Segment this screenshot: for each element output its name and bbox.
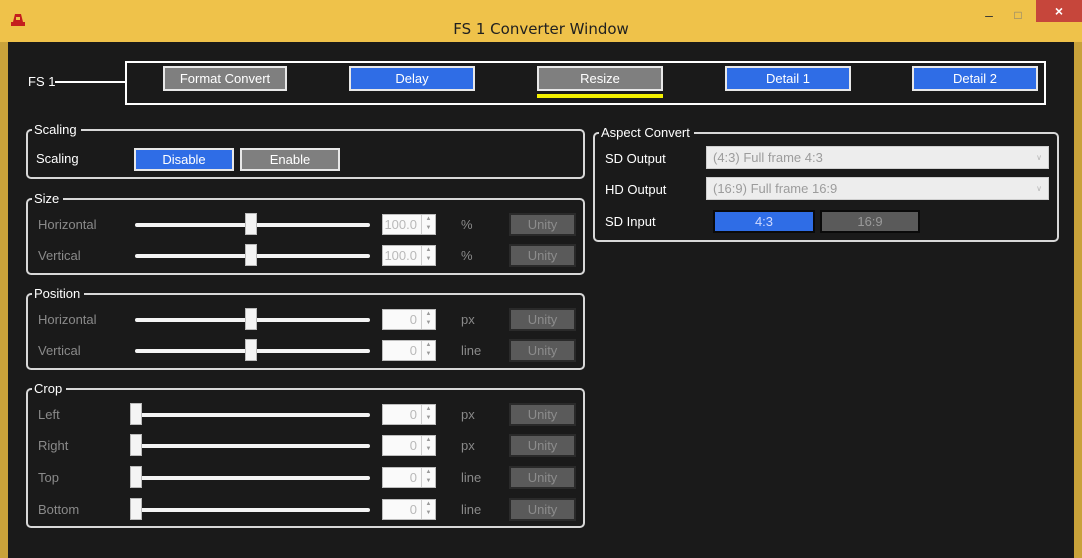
crop-top-unity-button[interactable]: Unity <box>509 466 576 489</box>
crop-right-slider-thumb[interactable] <box>130 434 142 456</box>
size-horizontal-value: 100.0 <box>384 217 417 232</box>
spin-arrows-icon[interactable]: ▲ ▼ <box>421 215 435 234</box>
crop-right-unity-button[interactable]: Unity <box>509 434 576 457</box>
tab-resize[interactable]: Resize <box>537 66 663 91</box>
crop-left-label: Left <box>38 407 60 422</box>
crop-bottom-unity-button[interactable]: Unity <box>509 498 576 521</box>
position-group-title: Position <box>32 286 85 301</box>
crop-top-unit: line <box>461 470 482 485</box>
chevron-down-icon: ∨ <box>1036 184 1042 193</box>
position-horizontal-spinbox[interactable]: 0 ▲ ▼ <box>382 309 436 330</box>
crop-right-unit: px <box>461 438 475 453</box>
scaling-enable-button[interactable]: Enable <box>240 148 340 171</box>
crop-left-slider-thumb[interactable] <box>130 403 142 425</box>
size-vertical-spinbox[interactable]: 100.0 ▲ ▼ <box>382 245 436 266</box>
position-horizontal-unit: px <box>461 312 475 327</box>
position-horizontal-slider-thumb[interactable] <box>245 308 257 330</box>
crop-top-spinbox[interactable]: 0 ▲ ▼ <box>382 467 436 488</box>
maximize-button[interactable]: □ <box>1004 5 1032 25</box>
crop-bottom-spinbox[interactable]: 0 ▲ ▼ <box>382 499 436 520</box>
spin-arrows-icon[interactable]: ▲ ▼ <box>421 500 435 519</box>
spin-arrows-icon[interactable]: ▲ ▼ <box>421 405 435 424</box>
position-group: Position Horizontal 0 ▲ ▼ px Unity Vertica… <box>26 286 585 370</box>
position-vertical-slider-thumb[interactable] <box>245 339 257 361</box>
crop-right-spinbox[interactable]: 0 ▲ ▼ <box>382 435 436 456</box>
scaling-disable-button[interactable]: Disable <box>134 148 234 171</box>
crop-left-spinbox[interactable]: 0 ▲ ▼ <box>382 404 436 425</box>
sd-output-label: SD Output <box>605 151 666 166</box>
tab-delay[interactable]: Delay <box>349 66 475 91</box>
chevron-down-icon: ∨ <box>1036 153 1042 162</box>
size-vertical-value: 100.0 <box>384 248 417 263</box>
crop-left-track[interactable] <box>135 413 370 417</box>
sd-input-label: SD Input <box>605 214 656 229</box>
scaling-group: Scaling Scaling Disable Enable <box>26 122 585 179</box>
crop-bottom-unit: line <box>461 502 482 517</box>
spin-arrows-icon[interactable]: ▲ ▼ <box>421 341 435 360</box>
size-horizontal-unity-button[interactable]: Unity <box>509 213 576 236</box>
tab-detail-1[interactable]: Detail 1 <box>725 66 851 91</box>
sd-output-select[interactable]: (4:3) Full frame 4:3 ∨ <box>706 146 1049 169</box>
crop-top-slider-thumb[interactable] <box>130 466 142 488</box>
crop-right-label: Right <box>38 438 69 453</box>
spin-arrows-icon[interactable]: ▲ ▼ <box>421 246 435 265</box>
sd-input-16-9-button[interactable]: 16:9 <box>820 210 920 233</box>
spin-arrows-icon[interactable]: ▲ ▼ <box>421 436 435 455</box>
crop-bottom-track[interactable] <box>135 508 370 512</box>
crop-left-unit: px <box>461 407 475 422</box>
title-bar: FS 1 Converter Window – □ × <box>0 0 1082 42</box>
size-horizontal-slider-thumb[interactable] <box>245 213 257 235</box>
crop-group-title: Crop <box>32 381 67 396</box>
size-vertical-slider-thumb[interactable] <box>245 244 257 266</box>
hd-output-value: (16:9) Full frame 16:9 <box>713 181 838 196</box>
position-vertical-unit: line <box>461 343 482 358</box>
selected-tab-indicator <box>537 94 663 98</box>
crop-top-track[interactable] <box>135 476 370 480</box>
spin-arrows-icon[interactable]: ▲ ▼ <box>421 468 435 487</box>
size-horizontal-unit: % <box>461 217 473 232</box>
size-vertical-unit: % <box>461 248 473 263</box>
minimize-button[interactable]: – <box>975 5 1003 25</box>
aspect-convert-group-title: Aspect Convert <box>599 125 694 140</box>
crop-bottom-label: Bottom <box>38 502 80 517</box>
position-vertical-value: 0 <box>409 343 417 358</box>
position-horizontal-unity-button[interactable]: Unity <box>509 308 576 331</box>
fs-label: FS 1 <box>28 74 56 89</box>
close-button[interactable]: × <box>1036 0 1082 22</box>
size-horizontal-label: Horizontal <box>38 217 97 232</box>
spin-arrows-icon[interactable]: ▲ ▼ <box>421 310 435 329</box>
size-horizontal-spinbox[interactable]: 100.0 ▲ ▼ <box>382 214 436 235</box>
position-horizontal-label: Horizontal <box>38 312 97 327</box>
sd-output-value: (4:3) Full frame 4:3 <box>713 150 823 165</box>
size-vertical-unity-button[interactable]: Unity <box>509 244 576 267</box>
sd-input-4-3-button[interactable]: 4:3 <box>713 210 815 233</box>
crop-right-track[interactable] <box>135 444 370 448</box>
converter-panel: FS 1 Format Convert Delay Resize Detail … <box>8 42 1074 558</box>
size-vertical-label: Vertical <box>38 248 81 263</box>
size-group: Size Horizontal 100.0 ▲ ▼ % Unity Vertical… <box>26 191 585 275</box>
crop-group: Crop Left 0 ▲ ▼ px Unity Right 0 ▲ ▼ px Unit… <box>26 381 585 528</box>
position-vertical-unity-button[interactable]: Unity <box>509 339 576 362</box>
tab-format-convert[interactable]: Format Convert <box>163 66 287 91</box>
tab-detail-2[interactable]: Detail 2 <box>912 66 1038 91</box>
position-vertical-spinbox[interactable]: 0 ▲ ▼ <box>382 340 436 361</box>
position-horizontal-value: 0 <box>409 312 417 327</box>
scaling-label: Scaling <box>36 151 79 166</box>
window-title: FS 1 Converter Window <box>453 20 629 38</box>
crop-right-value: 0 <box>409 438 417 453</box>
crop-left-unity-button[interactable]: Unity <box>509 403 576 426</box>
crop-bottom-slider-thumb[interactable] <box>130 498 142 520</box>
position-vertical-label: Vertical <box>38 343 81 358</box>
crop-left-value: 0 <box>409 407 417 422</box>
crop-bottom-value: 0 <box>409 502 417 517</box>
crop-top-value: 0 <box>409 470 417 485</box>
hd-output-label: HD Output <box>605 182 667 197</box>
scaling-group-title: Scaling <box>32 122 81 137</box>
size-group-title: Size <box>32 191 64 206</box>
hd-output-select[interactable]: (16:9) Full frame 16:9 ∨ <box>706 177 1049 200</box>
aspect-convert-group: Aspect Convert SD Output (4:3) Full fram… <box>593 125 1059 242</box>
crop-top-label: Top <box>38 470 59 485</box>
fs-connector-line <box>55 81 125 83</box>
